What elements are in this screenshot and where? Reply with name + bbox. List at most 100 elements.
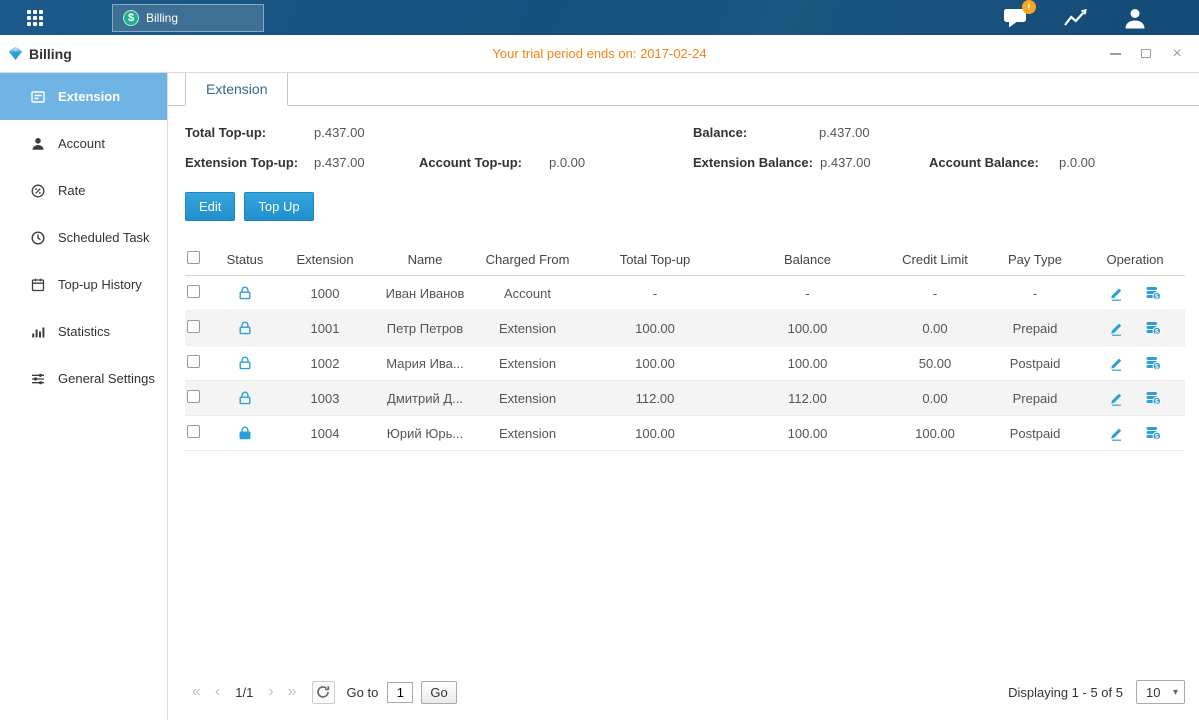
edit-icon[interactable] [1109, 321, 1124, 336]
statistics-button[interactable] [1063, 8, 1089, 28]
sidebar-item-account[interactable]: Account [0, 120, 167, 167]
table-row: 1002 Мария Ива... Extension 100.00 100.0… [185, 346, 1185, 381]
top-up-button[interactable]: Top Up [244, 192, 313, 221]
edit-icon[interactable] [1109, 426, 1124, 441]
last-page-button[interactable]: » [281, 683, 304, 701]
operation-cell: $ [1085, 425, 1185, 442]
svg-text:$: $ [1155, 364, 1159, 371]
topup-record-icon[interactable]: $ [1145, 320, 1161, 336]
extension-cell: 1003 [275, 391, 375, 406]
edit-button[interactable]: Edit [185, 192, 235, 221]
displaying-text: Displaying 1 - 5 of 5 [1008, 685, 1123, 700]
main-content: Extension Total Top-up: p.437.00 Balance… [168, 73, 1199, 720]
row-checkbox-cell [185, 320, 215, 336]
pay-type-cell: Postpaid [985, 426, 1085, 441]
topup-record-icon[interactable]: $ [1145, 425, 1161, 441]
next-page-button[interactable]: › [261, 683, 280, 701]
page-size-select[interactable]: 10 ▾ [1136, 680, 1185, 704]
tab-extension[interactable]: Extension [185, 72, 288, 106]
refresh-button[interactable] [312, 681, 335, 704]
extension-cell: 1001 [275, 321, 375, 336]
sidebar-item-label: Rate [58, 183, 85, 198]
extension-cell: 1004 [275, 426, 375, 441]
charged-from-cell: Extension [475, 391, 580, 406]
row-checkbox-cell [185, 425, 215, 441]
sidebar-item-topup-history[interactable]: Top-up History [0, 261, 167, 308]
topbar-right-icons: ! [1003, 7, 1147, 29]
status-cell [215, 320, 275, 337]
balance-cell: 100.00 [730, 426, 885, 441]
prev-page-button[interactable]: ‹ [208, 683, 227, 701]
col-header-operation: Operation [1085, 252, 1185, 267]
operation-cell: $ [1085, 320, 1185, 337]
first-page-button[interactable]: « [185, 683, 208, 701]
close-button[interactable]: × [1170, 47, 1184, 61]
status-cell [215, 425, 275, 442]
table-row: 1001 Петр Петров Extension 100.00 100.00… [185, 311, 1185, 346]
sidebar-item-general-settings[interactable]: General Settings [0, 355, 167, 402]
topbar-billing-tab[interactable]: $ Billing [112, 4, 264, 32]
row-checkbox-cell [185, 285, 215, 301]
sidebar-item-rate[interactable]: Rate [0, 167, 167, 214]
unlocked-icon [237, 355, 253, 371]
name-cell: Юрий Юрь... [375, 426, 475, 441]
edit-icon[interactable] [1109, 286, 1124, 301]
edit-icon[interactable] [1109, 391, 1124, 406]
dollar-icon: $ [123, 10, 139, 26]
account-topup-label: Account Top-up: [419, 155, 522, 170]
topup-record-icon[interactable]: $ [1145, 355, 1161, 371]
sidebar-item-extension[interactable]: Extension [0, 73, 167, 120]
sidebar-item-scheduled-task[interactable]: Scheduled Task [0, 214, 167, 261]
row-checkbox[interactable] [187, 355, 200, 368]
window-titlebar: Billing Your trial period ends on: 2017-… [0, 35, 1199, 73]
extension-topup-value: p.437.00 [314, 155, 365, 170]
page-indicator: 1/1 [235, 685, 253, 700]
row-checkbox[interactable] [187, 285, 200, 298]
bar-chart-icon [30, 324, 46, 340]
sidebar-item-statistics[interactable]: Statistics [0, 308, 167, 355]
svg-text:$: $ [1155, 434, 1159, 441]
row-checkbox[interactable] [187, 390, 200, 403]
window-controls: × [1108, 47, 1184, 61]
col-header-credit-limit: Credit Limit [885, 252, 985, 267]
goto-page-input[interactable] [387, 682, 413, 703]
tab-bar: Extension [168, 73, 1199, 106]
status-cell [215, 285, 275, 302]
charged-from-cell: Extension [475, 321, 580, 336]
calendar-icon [30, 277, 46, 293]
credit-limit-cell: 100.00 [885, 426, 985, 441]
col-header-total-topup: Total Top-up [580, 252, 730, 267]
credit-limit-cell: 0.00 [885, 321, 985, 336]
table-row: 1004 Юрий Юрь... Extension 100.00 100.00… [185, 416, 1185, 451]
charged-from-cell: Extension [475, 426, 580, 441]
apps-grid-button[interactable] [17, 0, 53, 35]
topbar-billing-tab-label: Billing [146, 11, 178, 25]
sidebar-item-label: Extension [58, 89, 120, 104]
name-cell: Дмитрий Д... [375, 391, 475, 406]
balance-cell: 100.00 [730, 321, 885, 336]
row-checkbox[interactable] [187, 425, 200, 438]
user-menu-button[interactable] [1123, 7, 1147, 29]
table-row: 1000 Иван Иванов Account - - - - $ [185, 276, 1185, 311]
maximize-button[interactable] [1139, 47, 1153, 61]
total-topup-cell: 112.00 [580, 391, 730, 406]
minimize-button[interactable] [1108, 47, 1122, 61]
edit-icon[interactable] [1109, 356, 1124, 371]
row-checkbox-cell [185, 355, 215, 371]
account-balance-label: Account Balance: [929, 155, 1039, 170]
row-checkbox[interactable] [187, 320, 200, 333]
sidebar-item-label: Statistics [58, 324, 110, 339]
notifications-button[interactable]: ! [1003, 7, 1029, 28]
rate-icon [30, 183, 46, 199]
select-all-checkbox[interactable] [187, 251, 200, 264]
go-button[interactable]: Go [421, 681, 456, 704]
extension-cell: 1002 [275, 356, 375, 371]
top-app-bar: $ Billing ! [0, 0, 1199, 35]
account-topup-value: p.0.00 [549, 155, 585, 170]
content-spacer [185, 451, 1185, 670]
topup-record-icon[interactable]: $ [1145, 390, 1161, 406]
topup-record-icon[interactable]: $ [1145, 285, 1161, 301]
sidebar-item-label: Account [58, 136, 105, 151]
table-body: 1000 Иван Иванов Account - - - - $ 1001 [185, 276, 1185, 451]
total-topup-label: Total Top-up: [185, 125, 266, 140]
